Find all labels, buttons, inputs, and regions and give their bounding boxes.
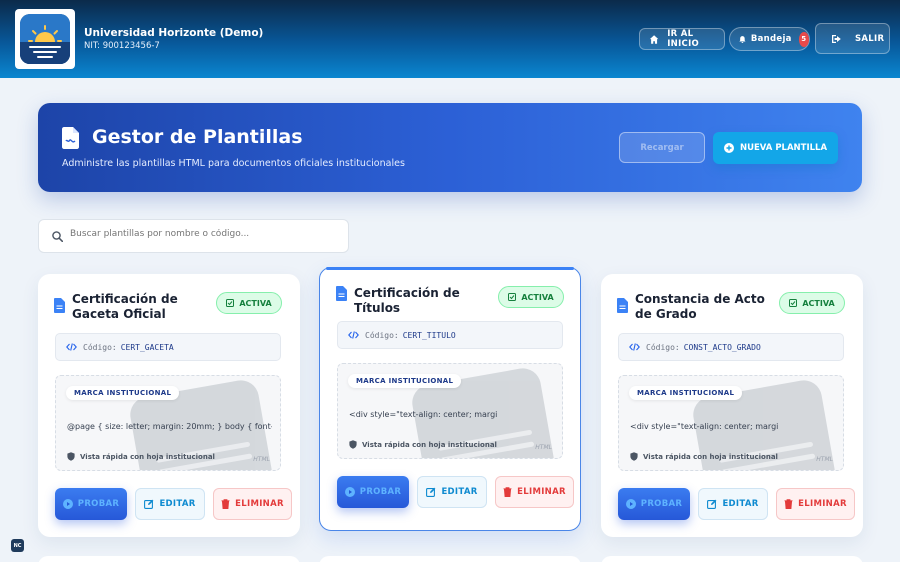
template-card-peek — [319, 556, 581, 562]
page-hero-banner: Gestor de Plantillas Administre las plan… — [38, 103, 862, 192]
quick-view-label: Vista rápida con hoja institucional — [630, 452, 778, 461]
edit-button[interactable]: EDITAR — [698, 488, 768, 520]
edit-icon — [707, 499, 717, 509]
trash-icon — [503, 487, 512, 497]
edit-icon — [144, 499, 154, 509]
template-card-cert-titulo: Certificación de Títulos ACTIVA Código: … — [319, 267, 581, 531]
document-icon — [54, 298, 65, 313]
institution-logo[interactable] — [15, 9, 75, 69]
check-square-icon — [226, 299, 235, 307]
template-preview[interactable]: MARCA INSTITUCIONAL <div style="text-ali… — [337, 363, 563, 459]
try-button[interactable]: PROBAR — [618, 488, 690, 520]
quick-view-label: Vista rápida con hoja institucional — [349, 440, 497, 449]
code-icon — [629, 343, 640, 351]
search-icon — [52, 231, 63, 242]
edit-button[interactable]: EDITAR — [135, 488, 205, 520]
edit-button[interactable]: EDITAR — [417, 476, 487, 508]
document-icon — [62, 127, 79, 149]
delete-button[interactable]: ELIMINAR — [776, 488, 855, 520]
template-search[interactable] — [38, 219, 349, 253]
inbox-count-badge: 5 — [798, 31, 809, 47]
try-button[interactable]: PROBAR — [55, 488, 127, 520]
logout-icon — [832, 34, 841, 43]
search-input[interactable] — [70, 229, 340, 239]
template-preview[interactable]: MARCA INSTITUCIONAL <div style="text-ali… — [618, 375, 844, 471]
bell-icon — [739, 35, 746, 43]
check-square-icon — [508, 293, 517, 301]
status-badge: ACTIVA — [498, 286, 564, 308]
shield-icon — [67, 452, 75, 461]
delete-button[interactable]: ELIMINAR — [495, 476, 574, 508]
brand-chip: MARCA INSTITUCIONAL — [66, 386, 180, 400]
html-tag: HTML — [535, 444, 552, 451]
inbox-button[interactable]: Bandeja 5 — [729, 27, 810, 51]
template-card-cert-gaceta: Certificación de Gaceta Oficial ACTIVA C… — [38, 274, 300, 537]
template-code: Código: CONST_ACTO_GRADO — [618, 333, 844, 361]
play-icon — [344, 487, 355, 497]
institution-name: Universidad Horizonte (Demo) — [84, 27, 264, 39]
preview-snippet: @page { size: letter; margin: 20mm; } bo… — [67, 422, 272, 431]
preview-snippet: <div style="text-align: center; margi — [349, 410, 498, 419]
brand-chip: MARCA INSTITUCIONAL — [629, 386, 743, 400]
top-navbar: Universidad Horizonte (Demo) NIT: 900123… — [0, 0, 900, 78]
logout-button[interactable]: SALIR — [815, 23, 890, 54]
reload-button[interactable]: Recargar — [619, 132, 705, 163]
shield-icon — [630, 452, 638, 461]
home-button[interactable]: IR AL INICIO — [639, 28, 725, 50]
trash-icon — [784, 499, 793, 509]
try-button[interactable]: PROBAR — [337, 476, 409, 508]
play-icon — [625, 499, 636, 509]
template-code: Código: CERT_GACETA — [55, 333, 281, 361]
template-card-peek — [601, 556, 863, 562]
shield-icon — [349, 440, 357, 449]
document-icon — [336, 286, 347, 301]
template-code: Código: CERT_TITULO — [337, 321, 563, 349]
corner-badge[interactable]: NC — [11, 539, 24, 552]
preview-snippet: <div style="text-align: center; margi — [630, 422, 779, 431]
plus-circle-icon — [723, 143, 734, 153]
code-icon — [66, 343, 77, 351]
template-preview[interactable]: MARCA INSTITUCIONAL @page { size: letter… — [55, 375, 281, 471]
page-subtitle: Administre las plantillas HTML para docu… — [62, 158, 405, 169]
trash-icon — [221, 499, 230, 509]
page-title: Gestor de Plantillas — [92, 126, 303, 148]
play-icon — [62, 499, 73, 509]
template-card-peek — [38, 556, 300, 562]
document-icon — [617, 298, 628, 313]
brand-chip: MARCA INSTITUCIONAL — [348, 374, 462, 388]
institution-nit: NIT: 900123456-7 — [84, 41, 160, 51]
template-title: Constancia de Acto de Grado — [635, 292, 765, 321]
template-title: Certificación de Títulos — [354, 286, 460, 315]
status-badge: ACTIVA — [216, 292, 282, 314]
quick-view-label: Vista rápida con hoja institucional — [67, 452, 215, 461]
html-tag: HTML — [253, 456, 270, 463]
check-square-icon — [789, 299, 798, 307]
status-badge: ACTIVA — [779, 292, 845, 314]
html-tag: HTML — [816, 456, 833, 463]
new-template-button[interactable]: NUEVA PLANTILLA — [713, 132, 838, 164]
template-title: Certificación de Gaceta Oficial — [72, 292, 178, 321]
template-card-const-acto-grado: Constancia de Acto de Grado ACTIVA Códig… — [601, 274, 863, 537]
code-icon — [348, 331, 359, 339]
delete-button[interactable]: ELIMINAR — [213, 488, 292, 520]
home-icon — [649, 34, 659, 44]
edit-icon — [426, 487, 436, 497]
